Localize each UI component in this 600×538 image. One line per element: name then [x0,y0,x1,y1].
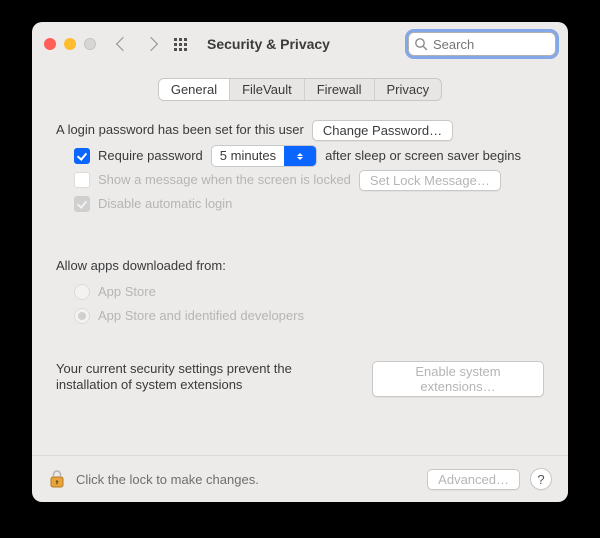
footer: Click the lock to make changes. Advanced… [32,455,568,502]
require-password-row: Require password 5 minutes after sleep o… [74,145,544,167]
show-message-row: Show a message when the screen is locked… [74,169,544,191]
search-field[interactable] [408,32,556,56]
prefs-window: Security & Privacy General FileVault Fir… [32,22,568,502]
require-password-delay-value: 5 minutes [212,145,284,167]
search-input[interactable] [408,32,556,56]
show-message-checkbox [74,172,90,188]
lock-icon[interactable] [48,469,66,489]
disable-autologin-row: Disable automatic login [74,193,544,215]
allow-appstore-row: App Store [74,281,544,303]
lock-hint-text: Click the lock to make changes. [76,472,259,487]
tab-general[interactable]: General [159,79,229,100]
set-lock-message-button: Set Lock Message… [359,170,501,191]
window-controls [44,38,96,50]
zoom-icon [84,38,96,50]
system-extensions-text: Your current security settings prevent t… [56,361,356,393]
login-password-label: A login password has been set for this u… [56,119,304,141]
show-message-label: Show a message when the screen is locked [98,169,351,191]
advanced-button: Advanced… [427,469,520,490]
allow-apps-section: Allow apps downloaded from: App Store Ap… [56,255,544,327]
tab-firewall[interactable]: Firewall [304,79,374,100]
help-button[interactable]: ? [530,468,552,490]
tab-filevault[interactable]: FileVault [229,79,304,100]
tab-privacy[interactable]: Privacy [374,79,442,100]
window-title: Security & Privacy [207,36,330,52]
radio-app-store-label: App Store [98,281,156,303]
allow-apps-heading: Allow apps downloaded from: [56,255,226,277]
disable-autologin-label: Disable automatic login [98,193,232,215]
change-password-button[interactable]: Change Password… [312,120,453,141]
stepper-icon [284,146,316,166]
nav-buttons [118,39,156,49]
require-password-label-a: Require password [98,145,203,167]
disable-autologin-checkbox [74,196,90,212]
require-password-delay-select[interactable]: 5 minutes [211,145,317,167]
minimize-icon[interactable] [64,38,76,50]
system-extensions-row: Your current security settings prevent t… [56,361,544,397]
login-password-row: A login password has been set for this u… [56,119,544,141]
close-icon[interactable] [44,38,56,50]
require-password-label-b: after sleep or screen saver begins [325,145,521,167]
search-icon [414,37,428,51]
forward-button[interactable] [144,37,158,51]
require-password-checkbox[interactable] [74,148,90,164]
tab-bar: General FileVault Firewall Privacy [56,78,544,101]
radio-app-store [74,284,90,300]
radio-identified-devs-label: App Store and identified developers [98,305,304,327]
content-area: General FileVault Firewall Privacy A log… [32,66,568,397]
enable-system-extensions-button: Enable system extensions… [372,361,544,397]
back-button[interactable] [116,37,130,51]
allow-identified-row: App Store and identified developers [74,305,544,327]
titlebar: Security & Privacy [32,22,568,66]
radio-identified-devs [74,308,90,324]
show-all-icon[interactable] [174,38,187,51]
